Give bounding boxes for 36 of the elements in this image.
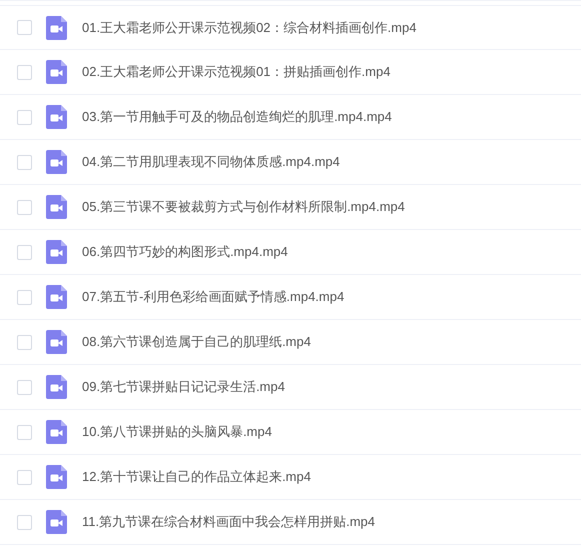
file-name[interactable]: 10.第八节课拼贴的头脑风暴.mp4 [82,422,272,442]
checkbox[interactable] [17,64,32,80]
checkbox[interactable] [17,110,32,124]
file-name[interactable]: 04.第二节用肌理表现不同物体质感.mp4.mp4 [82,152,340,172]
file-name[interactable]: 07.第五节-利用色彩给画面赋予情感.mp4.mp4 [82,287,344,307]
checkbox[interactable] [17,20,32,35]
video-file-icon [46,60,67,84]
checkbox[interactable] [17,200,32,214]
checkbox[interactable] [17,154,32,170]
video-file-icon [46,150,67,174]
file-name[interactable]: 06.第四节巧妙的构图形式.mp4.mp4 [82,242,288,262]
file-name[interactable]: 01.王大霜老师公开课示范视频02：综合材料插画创作.mp4 [82,18,416,38]
video-file-icon [46,105,67,129]
video-file-icon [46,465,67,489]
video-file-icon [46,16,67,40]
checkbox[interactable] [17,380,32,394]
file-name[interactable]: 12.第十节课让自己的作品立体起来.mp4 [82,467,311,487]
file-name[interactable]: 03.第一节用触手可及的物品创造绚烂的肌理.mp4.mp4 [82,107,392,127]
checkbox[interactable] [17,424,32,440]
video-file-icon [46,285,67,309]
video-file-icon [46,195,67,219]
video-file-icon [46,330,67,354]
file-name[interactable]: 11.第九节课在综合材料画面中我会怎样用拼贴.mp4 [82,512,376,532]
video-file-icon [46,375,67,399]
checkbox[interactable] [17,334,32,350]
file-name[interactable]: 08.第六节课创造属于自己的肌理纸.mp4 [82,332,311,352]
video-file-icon [46,240,67,264]
video-file-icon [46,510,67,534]
checkbox[interactable] [17,244,32,260]
checkbox[interactable] [17,290,32,304]
video-file-icon [46,420,67,444]
file-name[interactable]: 09.第七节课拼贴日记记录生活.mp4 [82,377,285,397]
checkbox[interactable] [17,470,32,484]
file-name[interactable]: 05.第三节课不要被裁剪方式与创作材料所限制.mp4.mp4 [82,197,405,217]
checkbox[interactable] [17,514,32,530]
file-name[interactable]: 02.王大霜老师公开课示范视频01：拼贴插画创作.mp4 [82,62,390,82]
